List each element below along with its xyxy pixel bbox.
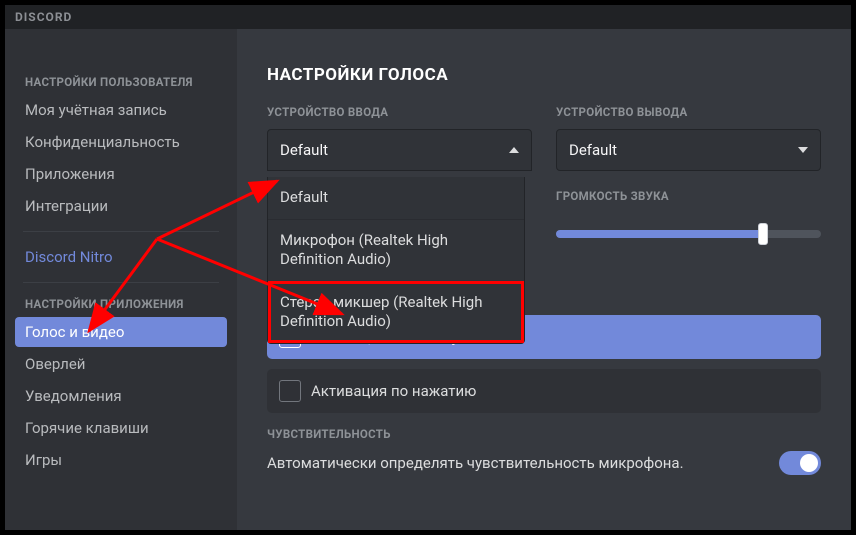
input-option-default[interactable]: Default: [268, 177, 524, 219]
input-device-label: УСТРОЙСТВО ВВОДА: [267, 105, 532, 119]
sidebar-item-account[interactable]: Моя учётная запись: [15, 95, 227, 125]
sidebar-item-overlay[interactable]: Оверлей: [15, 349, 227, 379]
sidebar-item-nitro[interactable]: Discord Nitro: [15, 242, 227, 272]
main-panel: НАСТРОЙКИ ГОЛОСА УСТРОЙСТВО ВВОДА Defaul…: [237, 29, 851, 530]
sidebar-item-apps[interactable]: Приложения: [15, 159, 227, 189]
input-option-stereo-mix[interactable]: Стерео микшер (Realtek High Definition A…: [268, 281, 524, 343]
caret-down-icon: [798, 147, 808, 153]
sidebar-item-games[interactable]: Игры: [15, 445, 227, 475]
user-settings-header: НАСТРОЙКИ ПОЛЬЗОВАТЕЛЯ: [15, 71, 227, 93]
output-volume-slider[interactable]: [556, 230, 821, 238]
caret-up-icon: [509, 147, 519, 153]
checkbox-unchecked-icon: [279, 380, 301, 402]
toggle-knob: [800, 454, 818, 472]
sensitivity-label: ЧУВСТВИТЕЛЬНОСТЬ: [267, 427, 821, 441]
app-window: DISCORD НАСТРОЙКИ ПОЛЬЗОВАТЕЛЯ Моя учётн…: [3, 3, 853, 532]
activation-push-option[interactable]: Активация по нажатию: [267, 369, 821, 413]
output-volume-label: ГРОМКОСТЬ ЗВУКА: [556, 189, 821, 203]
slider-fill: [556, 230, 763, 238]
output-device-label: УСТРОЙСТВО ВЫВОДА: [556, 105, 821, 119]
sidebar-item-hotkeys[interactable]: Горячие клавиши: [15, 413, 227, 443]
input-device-select[interactable]: Default: [267, 129, 532, 171]
app-settings-header: НАСТРОЙКИ ПРИЛОЖЕНИЯ: [15, 293, 227, 315]
sidebar-item-notifications[interactable]: Уведомления: [15, 381, 227, 411]
titlebar: DISCORD: [5, 5, 851, 29]
sidebar: НАСТРОЙКИ ПОЛЬЗОВАТЕЛЯ Моя учётная запис…: [5, 29, 237, 530]
sidebar-item-voice[interactable]: Голос и видео: [15, 317, 227, 347]
divider: [23, 282, 219, 283]
output-device-selected: Default: [569, 141, 617, 159]
sidebar-item-integrations[interactable]: Интеграции: [15, 191, 227, 221]
input-device-selected: Default: [280, 141, 328, 159]
sidebar-item-privacy[interactable]: Конфиденциальность: [15, 127, 227, 157]
input-device-dropdown: Default Микрофон (Realtek High Definitio…: [267, 177, 525, 344]
divider: [23, 231, 219, 232]
slider-thumb[interactable]: [758, 223, 768, 245]
sensitivity-auto-toggle[interactable]: [779, 451, 821, 475]
page-title: НАСТРОЙКИ ГОЛОСА: [267, 65, 821, 85]
output-device-select[interactable]: Default: [556, 129, 821, 171]
app-title: DISCORD: [15, 10, 72, 24]
body: НАСТРОЙКИ ПОЛЬЗОВАТЕЛЯ Моя учётная запис…: [5, 29, 851, 530]
sensitivity-auto-text: Автоматически определять чувствительност…: [267, 454, 684, 472]
input-option-mic[interactable]: Микрофон (Realtek High Definition Audio): [268, 219, 524, 281]
activation-push-label: Активация по нажатию: [311, 382, 476, 400]
